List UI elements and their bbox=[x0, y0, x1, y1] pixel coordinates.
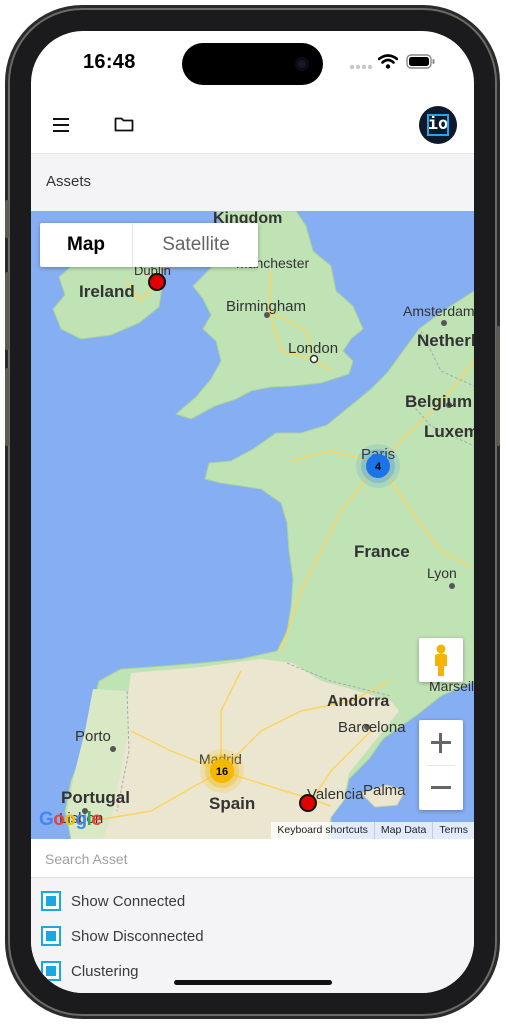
map-label: Birmingham bbox=[226, 298, 306, 315]
checkbox-icon[interactable] bbox=[41, 926, 61, 946]
map-label: Portugal bbox=[61, 788, 130, 807]
option-label: Clustering bbox=[71, 962, 139, 980]
map-label: Luxem bbox=[424, 422, 474, 441]
camera-icon bbox=[295, 57, 309, 71]
zoom-control bbox=[419, 720, 463, 810]
street-view-button[interactable] bbox=[419, 638, 463, 682]
option-label: Show Connected bbox=[71, 892, 186, 910]
map-label: Ireland bbox=[79, 282, 135, 301]
zoom-out-button[interactable] bbox=[419, 765, 463, 810]
cluster-marker-blue[interactable]: 4 bbox=[356, 444, 400, 488]
clustering-checkbox[interactable]: Clustering bbox=[41, 959, 139, 983]
map-canvas: Kingdom Dublin Ireland Manchester Birmin… bbox=[52, 211, 474, 839]
pegman-icon bbox=[435, 644, 447, 676]
map-label: Barcelona bbox=[338, 719, 406, 736]
status-bar: 16:48 bbox=[31, 31, 474, 95]
brand-logo[interactable]: io bbox=[419, 106, 457, 144]
app-bar: io bbox=[31, 95, 474, 154]
signal-icon bbox=[349, 64, 373, 70]
home-indicator[interactable] bbox=[174, 980, 332, 985]
map-label: Netherl bbox=[417, 331, 474, 350]
logo-frame bbox=[427, 114, 449, 136]
volume-up-button bbox=[5, 272, 9, 350]
show-disconnected-checkbox[interactable]: Show Disconnected bbox=[41, 924, 204, 948]
power-button bbox=[496, 326, 500, 446]
map-view[interactable]: Kingdom Dublin Ireland Manchester Birmin… bbox=[31, 211, 474, 839]
map-label: Andorra bbox=[327, 693, 389, 710]
map-label: Spain bbox=[209, 794, 255, 813]
zoom-in-button[interactable] bbox=[419, 720, 463, 765]
volume-down-button bbox=[5, 368, 9, 446]
search-bar bbox=[31, 839, 474, 878]
map-type-control: Map Satellite bbox=[40, 223, 258, 267]
action-button bbox=[5, 200, 9, 238]
search-input[interactable] bbox=[43, 847, 457, 871]
map-label: Porto bbox=[75, 728, 111, 745]
dynamic-island bbox=[182, 43, 323, 85]
status-time: 16:48 bbox=[83, 51, 136, 73]
map-label: France bbox=[354, 542, 410, 561]
map-data-link[interactable]: Map Data bbox=[373, 822, 433, 839]
map-attribution: Keyboard shortcuts Map Data Terms bbox=[271, 822, 474, 839]
map-type-satellite-button[interactable]: Satellite bbox=[133, 223, 259, 267]
map-label: Lyon bbox=[427, 565, 457, 581]
folder-icon[interactable] bbox=[114, 116, 134, 132]
asset-marker-dublin[interactable] bbox=[148, 273, 166, 291]
terms-link[interactable]: Terms bbox=[432, 822, 474, 839]
checkbox-icon[interactable] bbox=[41, 891, 61, 911]
battery-icon bbox=[406, 54, 435, 69]
cluster-count: 16 bbox=[216, 766, 228, 778]
screen: 16:48 io Assets Kingdom Dublin Ireland M… bbox=[31, 31, 474, 993]
asset-marker-valencia[interactable] bbox=[299, 794, 317, 812]
show-connected-checkbox[interactable]: Show Connected bbox=[41, 889, 185, 913]
checkbox-icon[interactable] bbox=[41, 961, 61, 981]
map-label: Palma bbox=[363, 782, 406, 799]
wifi-icon bbox=[378, 54, 398, 69]
cluster-marker-yellow[interactable]: 16 bbox=[200, 749, 244, 793]
cluster-count: 4 bbox=[375, 461, 382, 473]
menu-icon[interactable] bbox=[53, 118, 69, 132]
option-label: Show Disconnected bbox=[71, 927, 204, 945]
filter-options: Show Connected Show Disconnected Cluster… bbox=[31, 878, 474, 993]
map-label: Amsterdam bbox=[403, 303, 474, 319]
section-header: Assets bbox=[31, 154, 474, 211]
google-logo: Google bbox=[39, 809, 102, 830]
map-type-map-button[interactable]: Map bbox=[40, 223, 133, 267]
map-label: Belgium bbox=[405, 392, 472, 411]
map-label: London bbox=[288, 340, 338, 357]
keyboard-shortcuts-link[interactable]: Keyboard shortcuts bbox=[271, 822, 373, 839]
section-title: Assets bbox=[46, 173, 92, 190]
